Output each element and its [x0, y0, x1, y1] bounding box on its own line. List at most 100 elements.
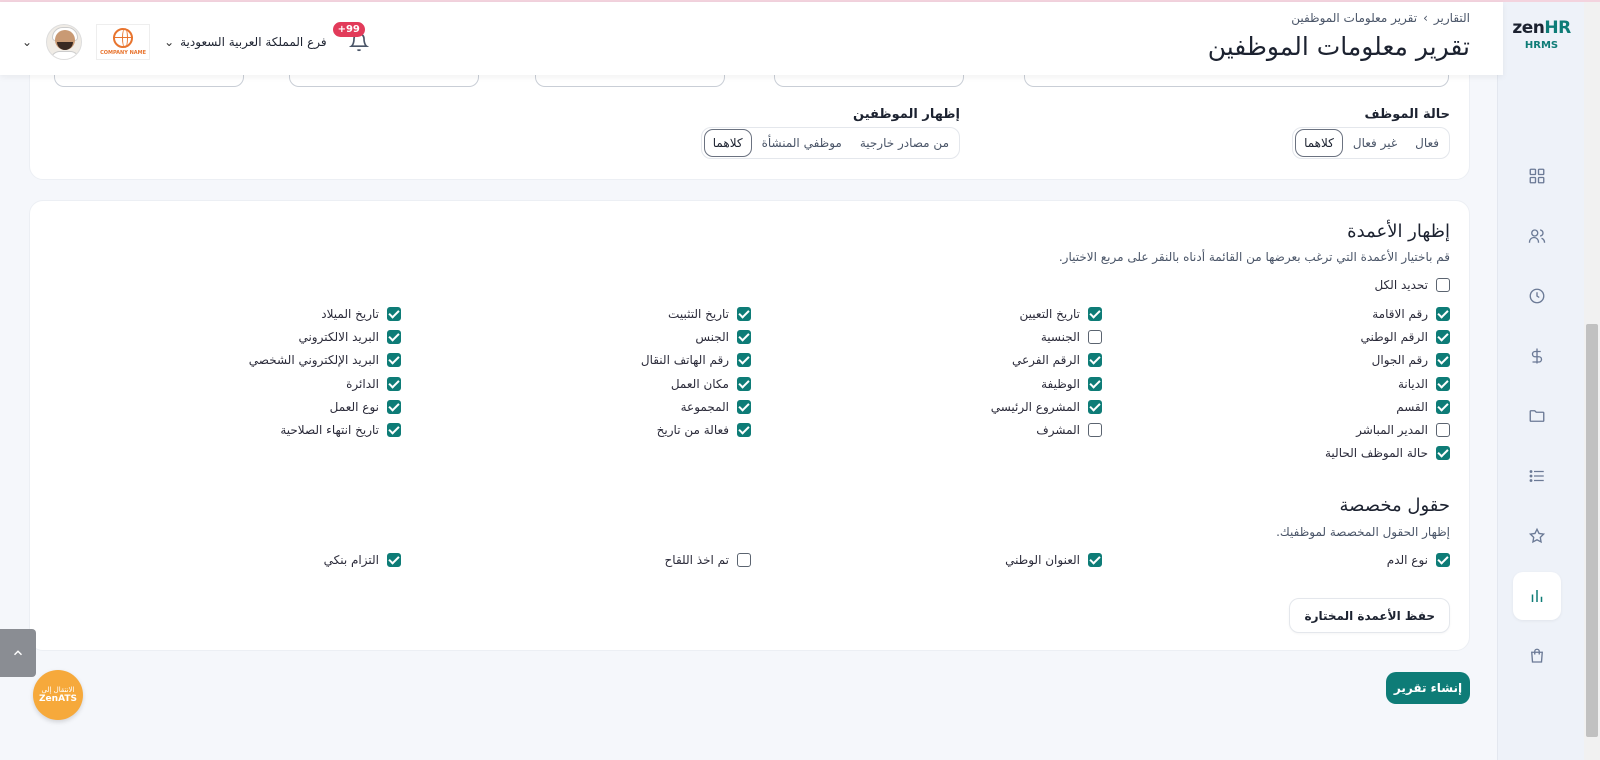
status-option-inactive[interactable]: غير فعال	[1345, 130, 1405, 156]
checkbox[interactable]	[1436, 446, 1450, 461]
column-checkbox[interactable]: حالة الموظف الحالية	[1325, 446, 1450, 461]
avatar[interactable]	[46, 24, 83, 60]
employee-status-toggle: فعال غير فعال كلاهما	[1292, 127, 1450, 159]
checkbox[interactable]	[387, 376, 401, 391]
custom-field-checkbox[interactable]: العنوان الوطني	[1005, 553, 1102, 567]
select-all-checkbox[interactable]: تحديد الكل	[1374, 278, 1450, 292]
column-checkbox[interactable]: فعالة من تاريخ	[657, 423, 751, 437]
checkbox-label: تاريخ التثبيت	[668, 307, 729, 321]
checkbox[interactable]	[1436, 423, 1450, 437]
checkbox-label: البريد الالكتروني	[298, 330, 379, 345]
branch-selector[interactable]: فرع المملكة العربية السعودية ⌄	[164, 35, 327, 49]
checkbox[interactable]	[387, 423, 401, 437]
scrollbar-thumb[interactable]	[1586, 324, 1598, 737]
zenhr-logo[interactable]: zenHR HRMS	[1498, 18, 1585, 51]
notifications-button[interactable]: +99	[332, 22, 371, 54]
checkbox[interactable]	[1436, 353, 1450, 368]
column-checkbox[interactable]: الدائرة	[346, 376, 401, 391]
nav-requests[interactable]	[1513, 452, 1561, 500]
column-checkbox[interactable]: الجنسية	[1041, 330, 1102, 345]
checkbox[interactable]	[1088, 330, 1102, 345]
checkbox[interactable]	[1436, 399, 1450, 414]
checkbox[interactable]	[1088, 399, 1102, 414]
column-checkbox[interactable]: الوظيفة	[1041, 376, 1102, 391]
checkbox[interactable]	[387, 353, 401, 368]
nav-attendance[interactable]	[1513, 272, 1561, 320]
column-checkbox[interactable]: نوع العمل	[330, 399, 401, 414]
scrollbar[interactable]	[1584, 2, 1600, 760]
checkbox-label: المشروع الرئيسي	[990, 399, 1080, 414]
checkbox[interactable]	[1436, 330, 1450, 345]
checkbox[interactable]	[737, 353, 751, 368]
employees-option-external[interactable]: من مصادر خارجية	[852, 130, 957, 156]
nav-dashboard[interactable]	[1513, 152, 1561, 200]
column-checkbox[interactable]: البريد الإلكتروني الشخصي	[249, 353, 401, 368]
checkbox-label: القسم	[1396, 399, 1428, 414]
custom-field-checkbox[interactable]: تم اخذ اللقاح	[665, 553, 751, 567]
checkbox[interactable]	[1088, 353, 1102, 368]
checkbox-label: المجموعة	[680, 399, 729, 414]
checkbox[interactable]	[737, 376, 751, 391]
column-checkbox[interactable]: تاريخ التثبيت	[668, 307, 751, 321]
column-checkbox[interactable]: الديانة	[1398, 376, 1450, 391]
employees-option-internal[interactable]: موظفي المنشأة	[754, 130, 850, 156]
column-checkbox[interactable]: الجنس	[695, 330, 751, 345]
column-checkbox[interactable]: تاريخ التعيين	[1020, 307, 1102, 321]
checkbox[interactable]	[737, 553, 751, 567]
checkbox[interactable]	[1088, 307, 1102, 321]
column-checkbox[interactable]: البريد الالكتروني	[298, 330, 401, 345]
checkbox[interactable]	[737, 307, 751, 321]
custom-field-checkbox[interactable]: نوع الدم	[1387, 553, 1450, 567]
checkbox[interactable]	[387, 399, 401, 414]
column-checkbox[interactable]: رقم الهاتف النقال	[640, 353, 751, 368]
checkbox[interactable]	[387, 330, 401, 345]
nav-payroll[interactable]	[1513, 332, 1561, 380]
column-checkbox[interactable]: رقم الجوال	[1372, 353, 1450, 368]
checkbox-label: رقم الهاتف النقال	[640, 353, 729, 368]
column-checkbox[interactable]: المدير المباشر	[1356, 423, 1450, 437]
column-checkbox[interactable]: مكان العمل	[671, 376, 751, 391]
checkbox[interactable]	[737, 399, 751, 414]
show-employees-label: إظهار الموظفين	[853, 107, 960, 122]
checkbox[interactable]	[737, 330, 751, 345]
column-checkbox[interactable]: المشرف	[1036, 423, 1102, 437]
column-checkbox[interactable]: الرقم الوطني	[1360, 330, 1450, 345]
checkbox-label: تم اخذ اللقاح	[664, 553, 729, 567]
generate-report-button[interactable]: إنشاء تقرير	[1386, 672, 1470, 704]
checkbox-label: حالة الموظف الحالية	[1325, 446, 1428, 461]
employees-option-both[interactable]: كلاهما	[703, 129, 752, 157]
custom-field-checkbox[interactable]: التزام بنكي	[324, 553, 401, 567]
checkbox[interactable]	[1436, 278, 1450, 292]
column-checkbox[interactable]: المجموعة	[680, 399, 751, 414]
column-checkbox[interactable]: القسم	[1396, 399, 1450, 414]
checkbox[interactable]	[1088, 553, 1102, 567]
nav-employees[interactable]	[1513, 212, 1561, 260]
column-checkbox[interactable]: تاريخ الميلاد	[321, 307, 401, 321]
status-option-both[interactable]: كلاهما	[1295, 129, 1343, 157]
save-columns-button[interactable]: حفظ الأعمدة المختارة	[1289, 598, 1450, 633]
checkbox[interactable]	[1436, 307, 1450, 321]
checkbox[interactable]	[1088, 423, 1102, 437]
checkbox[interactable]	[387, 307, 401, 321]
checkbox[interactable]	[737, 423, 751, 437]
nav-marketplace[interactable]	[1513, 632, 1561, 680]
breadcrumb-root[interactable]: التقارير	[1434, 11, 1470, 25]
column-checkbox[interactable]: تاريخ انتهاء الصلاحية	[280, 423, 401, 437]
status-option-active[interactable]: فعال	[1407, 130, 1447, 156]
checkbox[interactable]	[1436, 553, 1450, 567]
nav-documents[interactable]	[1513, 392, 1561, 440]
checkbox[interactable]	[387, 553, 401, 567]
checkbox[interactable]	[1436, 376, 1450, 391]
user-menu-chevron-icon[interactable]: ⌄	[22, 35, 32, 49]
nav-performance[interactable]	[1513, 512, 1561, 560]
scroll-to-top-button[interactable]	[0, 629, 36, 677]
column-checkbox[interactable]: رقم الاقامة	[1372, 307, 1450, 321]
checkbox[interactable]	[1088, 376, 1102, 391]
star-icon	[1528, 527, 1546, 544]
users-icon	[1528, 229, 1546, 243]
nav-reports[interactable]	[1513, 572, 1561, 620]
column-checkbox[interactable]: المشروع الرئيسي	[990, 399, 1102, 414]
columns-section-description: قم باختيار الأعمدة التي ترغب بعرضها من ا…	[1058, 250, 1450, 264]
column-checkbox[interactable]: الرقم الفرعي	[1012, 353, 1102, 368]
zenats-switch-button[interactable]: الانتقال إلى ZenATS	[33, 670, 83, 720]
